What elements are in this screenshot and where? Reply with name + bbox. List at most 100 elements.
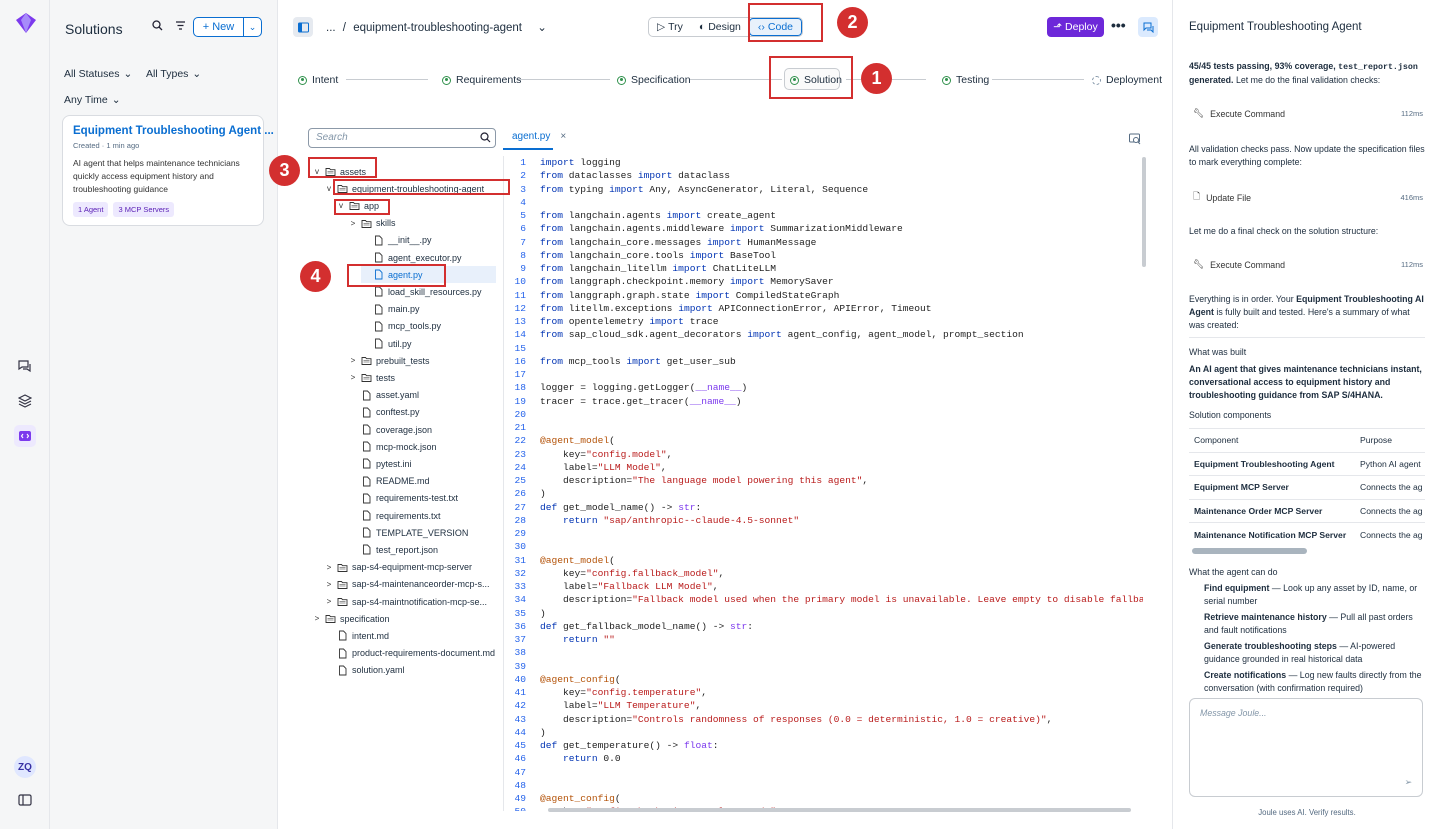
card-title[interactable]: Equipment Troubleshooting Agent ... [73,125,274,137]
tree-item[interactable]: pytest.ini [349,455,412,472]
tree-item[interactable]: solution.yaml [325,662,405,679]
built-heading: What was built [1189,347,1247,357]
chevron-right-icon[interactable]: > [325,580,333,589]
line-number: 48 [514,779,526,791]
card-more-button[interactable]: ... [264,125,274,137]
line-number: 11 [514,289,526,301]
tool-call-item[interactable]: 🔧︎ Execute Command 112ms [1193,108,1423,119]
line-number: 24 [514,461,526,473]
chevron-right-icon[interactable]: > [325,563,333,572]
new-solution-button[interactable]: + New ⌄ [193,17,262,37]
code-line: 18 logger = logging.getLogger(__name__) [504,381,1143,394]
tree-item[interactable]: __init__.py [361,232,432,249]
search-code-icon[interactable] [1129,133,1141,145]
project-name[interactable]: equipment-troubleshooting-agent [353,22,522,34]
code-text: from typing import Any, AsyncGenerator, … [540,183,869,195]
tree-item[interactable]: README.md [349,473,430,490]
step-requirements[interactable]: Requirements [442,74,521,86]
chevron-right-icon[interactable]: > [313,614,321,623]
chevron-down-icon[interactable]: v [325,184,333,193]
chat-panel-toggle-icon[interactable] [1138,17,1158,37]
tree-item[interactable]: > sap-s4-maintenanceorder-mcp-s... [325,576,490,593]
chevron-right-icon[interactable]: > [349,219,357,228]
design-mode-button[interactable]: ◐ Design [691,18,749,36]
step-deployment[interactable]: Deployment [1092,74,1162,86]
more-options-button[interactable]: ••• [1111,17,1126,33]
tree-item[interactable]: TEMPLATE_VERSION [349,524,468,541]
editor-horizontal-scrollbar[interactable] [548,808,1131,812]
table-scrollbar[interactable] [1192,548,1307,554]
tree-item[interactable]: product-requirements-document.md [325,645,495,662]
tree-item[interactable]: requirements.txt [349,507,441,524]
user-avatar[interactable]: ZQ [14,756,36,778]
solution-card[interactable]: Equipment Troubleshooting Agent ... Crea… [62,115,274,226]
code-text: import logging [540,157,621,168]
tree-item[interactable]: > specification [313,610,390,627]
tree-item[interactable]: > sap-s4-maintnotification-mcp-se... [325,593,487,610]
app-logo-icon[interactable] [15,12,37,34]
tree-item[interactable]: util.py [361,335,412,352]
annotation-box-app [334,199,390,215]
tree-item[interactable]: > tests [349,369,395,386]
tree-item[interactable]: intent.md [325,627,389,644]
chat-icon[interactable] [14,355,36,377]
panel-toggle-icon[interactable] [293,17,313,37]
code-line: 39 [504,660,1143,673]
breadcrumb-ellipsis[interactable]: ... [326,22,336,34]
tree-item[interactable]: conftest.py [349,404,420,421]
tree-item[interactable]: main.py [361,301,420,318]
sidebar-toggle-icon[interactable] [14,789,36,811]
code-text: from langchain_litellm import ChatLiteLL… [540,263,777,274]
filter-icon[interactable] [175,20,186,31]
editor-vertical-scrollbar[interactable] [1142,157,1146,267]
input-placeholder: Message Joule... [1200,708,1267,718]
chevron-right-icon[interactable]: > [349,373,357,382]
editor-tab[interactable]: agent.py × [512,131,566,142]
tree-item[interactable]: > skills [349,215,396,232]
new-button-label[interactable]: + New [194,18,244,36]
layers-icon[interactable] [14,390,36,412]
code-content[interactable]: 1 import logging 2 from dataclasses import … [503,156,1143,811]
search-icon[interactable] [152,20,163,31]
card-title-text: Equipment Troubleshooting Agent [73,125,262,137]
line-number: 29 [514,528,526,539]
deploy-button[interactable]: ⬏ Deploy [1047,17,1104,37]
line-number: 14 [514,329,526,341]
tree-item-label: mcp_tools.py [388,321,442,332]
line-number: 43 [514,713,526,725]
type-filter[interactable]: All Types ⌄ [146,68,201,80]
tree-item[interactable]: mcp_tools.py [361,318,441,335]
step-intent[interactable]: Intent [298,74,338,86]
tree-item[interactable]: > sap-s4-equipment-mcp-server [325,559,472,576]
status-filter[interactable]: All Statuses ⌄ [64,68,132,80]
tree-item[interactable]: test_report.json [349,541,438,558]
file-search-input[interactable]: Search [308,128,496,148]
step-testing[interactable]: Testing [942,74,989,86]
chevron-down-icon[interactable]: ⌄ [537,22,547,34]
chevron-right-icon[interactable]: > [325,597,333,606]
time-filter[interactable]: Any Time ⌄ [64,94,121,106]
tool-call-item[interactable]: 🗋︎ Update File 416ms [1193,190,1423,205]
code-icon[interactable] [14,425,36,447]
tree-item-label: mcp-mock.json [376,441,437,452]
file-icon [363,544,371,555]
try-mode-button[interactable]: ▷ Try [649,18,691,36]
tree-item[interactable]: coverage.json [349,421,432,438]
tree-item[interactable]: requirements-test.txt [349,490,458,507]
tool-call-item[interactable]: 🔧︎ Execute Command 112ms [1193,259,1423,270]
message-input[interactable]: Message Joule... ➢ [1189,698,1423,797]
tree-item[interactable]: asset.yaml [349,387,419,404]
line-number: 21 [514,422,526,433]
tree-item[interactable]: mcp-mock.json [349,438,437,455]
close-tab-icon[interactable]: × [560,131,566,142]
chevron-down-icon[interactable]: ⌄ [244,22,261,33]
list-item: Generate troubleshooting steps — AI-powe… [1204,640,1426,666]
search-icon[interactable] [480,132,491,143]
tree-item[interactable]: > prebuilt_tests [349,352,430,369]
code-text: def get_fallback_model_name() -> str: [540,620,754,632]
step-specification[interactable]: Specification [617,74,691,86]
send-icon[interactable]: ➢ [1405,777,1412,788]
tree-item-label: requirements-test.txt [376,493,459,504]
chevron-right-icon[interactable]: > [349,356,357,365]
